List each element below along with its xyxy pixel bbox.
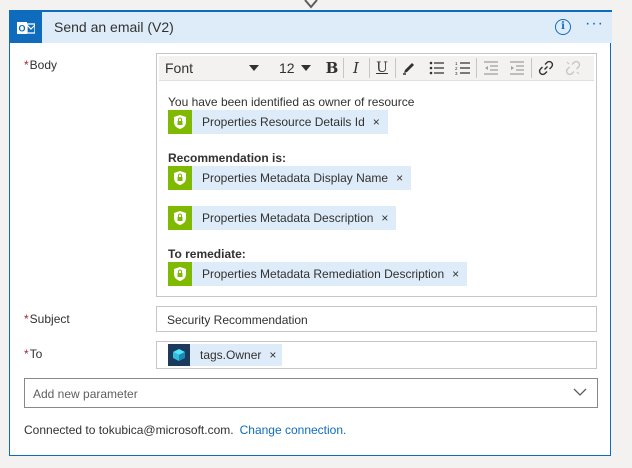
- increase-indent-icon[interactable]: [507, 56, 527, 80]
- svg-text:O: O: [18, 23, 25, 33]
- to-label: *To: [24, 347, 42, 361]
- required-asterisk: *: [24, 347, 29, 361]
- underline-button[interactable]: U: [373, 56, 391, 80]
- action-header[interactable]: O Send an email (V2) i ···: [10, 10, 612, 43]
- more-options-icon[interactable]: ···: [585, 15, 604, 33]
- add-new-parameter-dropdown[interactable]: Add new parameter: [24, 378, 598, 408]
- security-shield-icon: [168, 166, 192, 190]
- body-label: *Body: [24, 58, 57, 72]
- toolbar-divider: [343, 58, 344, 78]
- toolbar-divider: [476, 58, 477, 78]
- subject-value: Security Recommendation: [167, 313, 308, 327]
- body-intro-text: You have been identified as owner of res…: [168, 95, 415, 109]
- to-token-label: tags.Owner: [200, 348, 262, 362]
- font-size-select[interactable]: 12: [279, 56, 295, 80]
- remediate-heading: To remediate:: [168, 247, 246, 261]
- bold-button[interactable]: B: [323, 56, 341, 80]
- to-token[interactable]: tags.Owner ×: [168, 344, 283, 366]
- resource-cube-icon: [168, 344, 190, 366]
- size-caret-icon[interactable]: [301, 65, 311, 71]
- connected-account-text: Connected to tokubica@microsoft.com.: [24, 423, 234, 437]
- dynamic-content-token[interactable]: Properties Metadata Description ×: [168, 206, 397, 230]
- token-label: Properties Metadata Remediation Descript…: [202, 267, 445, 281]
- required-asterisk: *: [24, 58, 29, 72]
- subject-label-text: Subject: [29, 312, 70, 326]
- remove-token-icon[interactable]: ×: [381, 211, 388, 225]
- decrease-indent-icon[interactable]: [481, 56, 501, 80]
- outlook-icon: O: [10, 12, 42, 43]
- security-shield-icon: [168, 206, 192, 230]
- info-icon[interactable]: i: [555, 19, 571, 35]
- chevron-down-icon: [573, 388, 587, 396]
- toolbar-divider: [531, 58, 532, 78]
- toolbar-divider: [395, 58, 396, 78]
- flow-connector-arrow-icon: [304, 0, 318, 9]
- subject-label: *Subject: [24, 312, 70, 326]
- toolbar-divider: [369, 58, 370, 78]
- recommendation-heading: Recommendation is:: [168, 151, 287, 165]
- bulleted-list-icon[interactable]: [427, 56, 447, 80]
- remove-token-icon[interactable]: ×: [396, 171, 403, 185]
- connection-footer: Connected to tokubica@microsoft.com. Chan…: [24, 423, 346, 437]
- remove-token-icon[interactable]: ×: [373, 115, 380, 129]
- dynamic-content-token[interactable]: Properties Resource Details Id ×: [168, 110, 388, 134]
- remove-token-icon[interactable]: ×: [452, 267, 459, 281]
- token-label: Properties Metadata Description: [202, 211, 374, 225]
- svg-text:3: 3: [455, 71, 458, 75]
- font-family-select[interactable]: Font: [165, 56, 193, 80]
- numbered-list-icon[interactable]: 123: [453, 56, 473, 80]
- security-shield-icon: [168, 110, 192, 134]
- editor-toolbar: Font 12 B I U 123: [159, 56, 594, 81]
- italic-button[interactable]: I: [347, 56, 365, 80]
- token-label: Properties Metadata Display Name: [202, 171, 389, 185]
- remove-token-icon[interactable]: ×: [269, 348, 276, 362]
- to-input[interactable]: tags.Owner ×: [156, 341, 597, 369]
- security-shield-icon: [168, 262, 192, 286]
- unlink-icon[interactable]: [563, 56, 583, 80]
- font-caret-icon[interactable]: [249, 65, 259, 71]
- body-rich-text-editor[interactable]: Font 12 B I U 123 You have been identifi…: [156, 53, 597, 297]
- token-label: Properties Resource Details Id: [202, 115, 365, 129]
- add-parameter-placeholder: Add new parameter: [33, 387, 138, 401]
- link-icon[interactable]: [536, 56, 556, 80]
- dynamic-content-token[interactable]: Properties Metadata Display Name ×: [168, 166, 412, 190]
- highlight-pen-icon[interactable]: [400, 56, 418, 80]
- action-title: Send an email (V2): [54, 19, 174, 35]
- dynamic-content-token[interactable]: Properties Metadata Remediation Descript…: [168, 262, 468, 286]
- action-card: O Send an email (V2) i ··· *Body Font 12…: [9, 10, 612, 456]
- to-label-text: To: [29, 347, 43, 361]
- required-asterisk: *: [24, 312, 29, 326]
- subject-input[interactable]: Security Recommendation: [156, 306, 597, 332]
- body-label-text: Body: [29, 58, 58, 72]
- change-connection-link[interactable]: Change connection.: [240, 423, 347, 437]
